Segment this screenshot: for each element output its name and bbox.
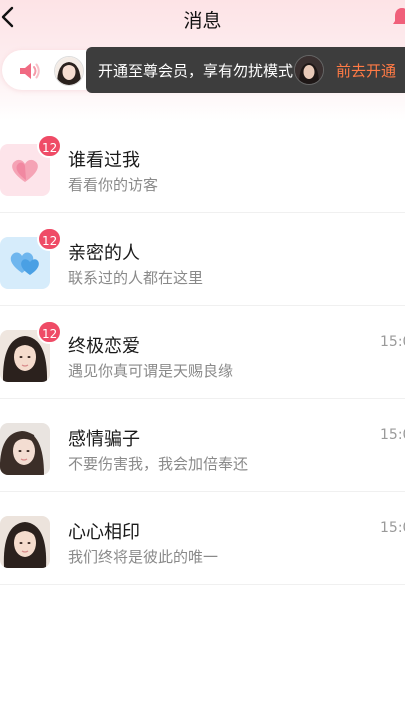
conversation-list: 12 谁看过我 看看你的访客 12 亲密的人 联系过的人都在这里 12 终极恋爱… <box>0 120 405 585</box>
conversation-preview: 遇见你真可谓是天赐良缘 <box>68 362 234 380</box>
conversation-name: 亲密的人 <box>68 243 140 264</box>
conversation-name: 感情骗子 <box>68 429 140 450</box>
list-item[interactable]: 心心相印 我们终将是彼此的唯一 15:0 <box>0 492 405 585</box>
conversation-preview: 联系过的人都在这里 <box>68 269 204 287</box>
message-time: 15:0 <box>380 427 405 443</box>
unread-badge: 12 <box>37 134 63 158</box>
conversation-name: 谁看过我 <box>68 150 140 171</box>
conversation-name: 心心相印 <box>68 522 140 543</box>
avatar <box>294 55 324 85</box>
header: 消息 <box>0 0 405 36</box>
conversation-preview: 我们终将是彼此的唯一 <box>68 548 219 566</box>
message-time: 15:0 <box>380 334 405 350</box>
list-item[interactable]: 12 终极恋爱 遇见你真可谓是天赐良缘 15:0 <box>0 306 405 399</box>
unread-badge: 12 <box>37 227 63 251</box>
bell-icon[interactable] <box>392 6 405 28</box>
list-item[interactable]: 感情骗子 不要伤害我，我会加倍奉还 15:0 <box>0 399 405 492</box>
notice-bar: 的 开通至尊会员，享有勿扰模式 前去开通 <box>0 47 405 93</box>
unread-badge: 12 <box>37 320 63 344</box>
open-vip-link[interactable]: 前去开通 <box>336 60 396 81</box>
conversation-preview: 看看你的访客 <box>68 176 159 194</box>
list-item[interactable]: 12 谁看过我 看看你的访客 <box>0 120 405 213</box>
speaker-icon <box>20 63 40 79</box>
conversation-name: 终极恋爱 <box>68 336 140 357</box>
avatar <box>54 56 84 86</box>
message-time: 15:0 <box>380 520 405 536</box>
list-item[interactable]: 12 亲密的人 联系过的人都在这里 <box>0 213 405 306</box>
avatar <box>0 516 50 568</box>
vip-toast[interactable]: 开通至尊会员，享有勿扰模式 前去开通 <box>86 47 405 93</box>
avatar <box>0 423 50 475</box>
page-title: 消息 <box>183 10 222 32</box>
toast-text: 开通至尊会员，享有勿扰模式 <box>98 62 294 80</box>
conversation-preview: 不要伤害我，我会加倍奉还 <box>68 455 249 473</box>
